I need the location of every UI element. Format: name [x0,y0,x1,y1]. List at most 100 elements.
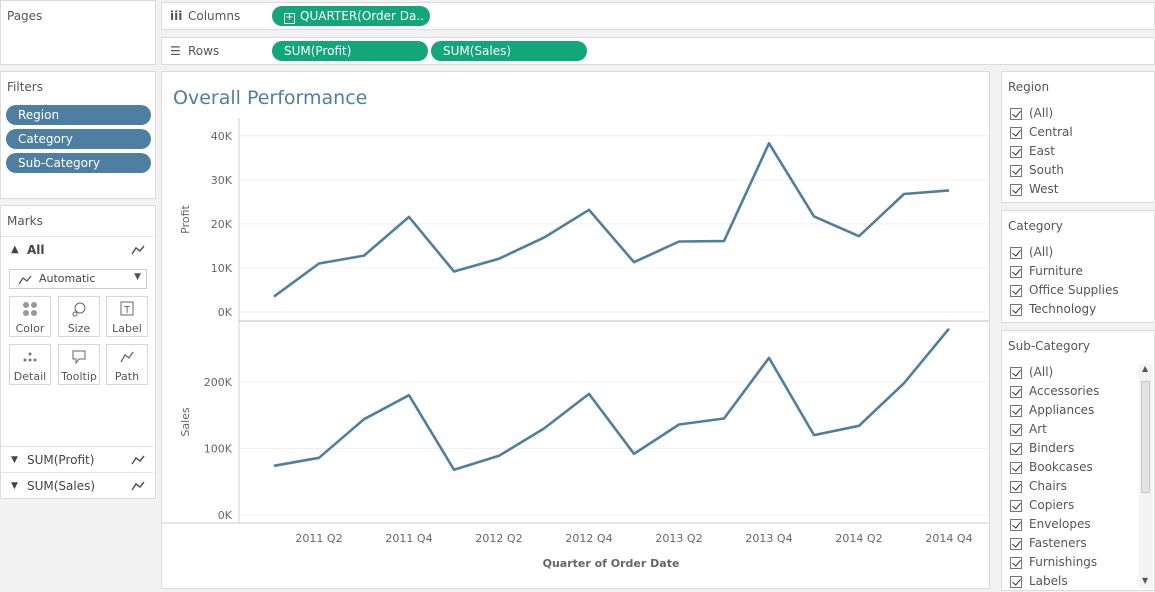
region-filter-item[interactable]: West [1008,181,1148,200]
subcategory-filter-item[interactable]: Fasteners [1008,535,1148,554]
checkbox[interactable] [1010,462,1022,474]
rows-pill-sales[interactable]: SUM(Sales) [431,41,587,61]
y-tick-label: 200K [204,376,233,389]
detail-button[interactable]: Detail [9,344,51,385]
marks-all-row[interactable]: ▲ All [1,236,153,262]
rows-pill-profit[interactable]: SUM(Profit) [272,41,428,61]
checkbox-label: South [1029,163,1064,177]
subcategory-filter-item[interactable]: Art [1008,421,1148,440]
region-filter-item[interactable]: (All) [1008,105,1148,124]
category-filter-card: Category (All)FurnitureOffice Supplies Te… [1001,210,1155,323]
subcategory-filter-item[interactable]: Labels [1008,573,1148,592]
x-tick-label: 2011 Q4 [385,532,432,545]
filter-pill-category[interactable]: Category [6,129,151,149]
x-tick-label: 2012 Q4 [565,532,612,545]
path-button[interactable]: Path [106,344,148,385]
category-filter-item[interactable]: (All) [1008,244,1148,263]
sub-category-filter-title: Sub-Category [1008,339,1090,353]
region-filter-item[interactable]: East [1008,143,1148,162]
checkbox[interactable] [1010,500,1022,512]
filter-pill-region[interactable]: Region [6,105,151,125]
subcategory-filter-item[interactable]: Accessories [1008,383,1148,402]
filter-pill-sub-category[interactable]: Sub-Category [6,153,151,173]
pages-shelf[interactable]: Pages [0,0,156,65]
checkbox-label: (All) [1029,106,1053,120]
checkbox[interactable] [1010,285,1022,297]
tooltip-button[interactable]: Tooltip [58,344,100,385]
line-mark-icon [18,275,32,285]
x-tick-label: 2013 Q4 [745,532,792,545]
checkbox-label: Accessories [1029,384,1099,398]
category-filter-title: Category [1008,219,1063,233]
subcategory-filter-item[interactable]: Chairs [1008,478,1148,497]
subcategory-filter-item[interactable]: Furnishings [1008,554,1148,573]
chevron-down-icon: ▼ [11,447,18,473]
checkbox[interactable] [1010,386,1022,398]
checkbox[interactable] [1010,519,1022,531]
label-button[interactable]: T Label [106,296,148,337]
checkbox[interactable] [1010,165,1022,177]
rows-shelf[interactable]: ☰Rows SUM(Profit) SUM(Sales) [161,37,1155,65]
checkbox[interactable] [1010,557,1022,569]
rows-icon: ☰ [170,38,184,64]
subcategory-filter-item[interactable]: (All) [1008,364,1148,383]
checkbox[interactable] [1010,443,1022,455]
rows-label: ☰Rows [170,38,219,64]
category-filter-item[interactable]: Technology [1008,301,1148,320]
checkbox[interactable] [1010,538,1022,550]
subcategory-filter-item[interactable]: Envelopes [1008,516,1148,535]
filters-title: Filters [7,80,43,94]
marks-measure-profit[interactable]: ▼ SUM(Profit) [1,446,153,472]
checkbox-label: Technology [1029,302,1096,316]
marks-measure-sales[interactable]: ▼ SUM(Sales) [1,472,153,498]
scrollbar[interactable]: ▲ ▼ [1139,364,1153,588]
marks-card: Marks ▲ All Automatic ▼ Color Size T Lab… [0,205,156,499]
filters-shelf[interactable]: Filters Region Category Sub-Category [0,71,156,199]
size-button[interactable]: Size [58,296,100,337]
columns-pill-quarter[interactable]: +QUARTER(Order Da.. [272,6,430,26]
chevron-down-icon: ▼ [134,272,141,282]
mark-type-dropdown[interactable]: Automatic ▼ [9,269,147,289]
path-icon [107,349,147,369]
checkbox[interactable] [1010,481,1022,493]
checkbox[interactable] [1010,184,1022,196]
checkbox[interactable] [1010,367,1022,379]
checkbox[interactable] [1010,127,1022,139]
sales-axis-label: Sales [179,407,192,437]
scroll-down-icon[interactable]: ▼ [1142,576,1148,585]
checkbox-label: Envelopes [1029,517,1091,531]
checkbox[interactable] [1010,424,1022,436]
subcategory-filter-item[interactable]: Copiers [1008,497,1148,516]
checkbox[interactable] [1010,146,1022,158]
checkbox-label: Office Supplies [1029,283,1119,297]
scroll-up-icon[interactable]: ▲ [1142,364,1148,373]
checkbox-label: East [1029,144,1055,158]
detail-icon [10,349,50,369]
category-filter-item[interactable]: Furniture [1008,263,1148,282]
checkbox[interactable] [1010,304,1022,316]
scroll-thumb[interactable] [1141,381,1150,493]
subcategory-filter-item[interactable]: Appliances [1008,402,1148,421]
checkbox-label: Copiers [1029,498,1074,512]
y-tick-label: 30K [211,174,233,187]
checkbox[interactable] [1010,108,1022,120]
checkbox[interactable] [1010,247,1022,259]
region-filter-item[interactable]: Central [1008,124,1148,143]
color-button[interactable]: Color [9,296,51,337]
checkbox[interactable] [1010,576,1022,588]
svg-text:T: T [123,305,131,316]
subcategory-filter-item[interactable]: Bookcases [1008,459,1148,478]
checkbox[interactable] [1010,266,1022,278]
sub-category-filter-card: Sub-Category (All) Accessories AppliancesA… [1001,330,1155,591]
pages-title: Pages [7,9,42,23]
x-tick-label: 2014 Q4 [925,532,972,545]
checkbox-label: Fasteners [1029,536,1087,550]
color-icon [10,301,50,321]
category-filter-item[interactable]: Office Supplies [1008,282,1148,301]
x-tick-label: 2011 Q2 [295,532,342,545]
checkbox[interactable] [1010,405,1022,417]
columns-shelf[interactable]: iiiColumns +QUARTER(Order Da.. [161,2,1155,30]
region-filter-item[interactable]: South [1008,162,1148,181]
subcategory-filter-item[interactable]: Binders [1008,440,1148,459]
checkbox-label: (All) [1029,365,1053,379]
